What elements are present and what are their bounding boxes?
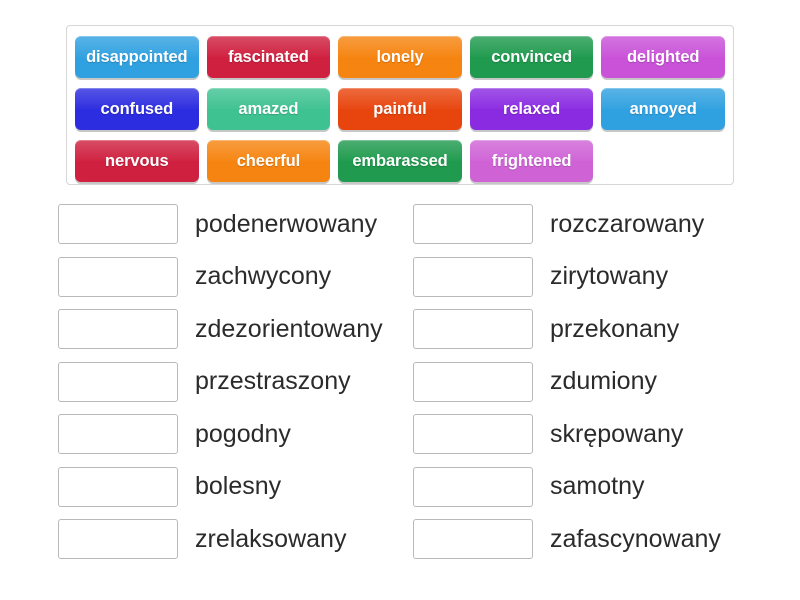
tile-row: disappointed fascinated lonely convinced… (71, 31, 729, 83)
answer-word-label: samotny (550, 472, 645, 500)
answer-pair: bolesny (58, 466, 413, 507)
answer-drop-box[interactable] (413, 361, 533, 402)
word-tile-label: nervous (105, 151, 169, 170)
word-tile-label: cheerful (236, 151, 301, 170)
word-tile-label: frightened (491, 151, 572, 170)
answer-word-label: skrępowany (550, 419, 684, 448)
word-tile[interactable]: confused (75, 88, 199, 130)
word-tile-label: annoyed (629, 99, 697, 118)
answer-row: przestraszony zdumiony (0, 356, 800, 409)
word-tile-label: confused (100, 99, 174, 118)
empty-tile-slot (601, 140, 725, 182)
answer-row: zachwycony zirytowany (0, 251, 800, 304)
answer-word-label: zdezorientowany (195, 314, 383, 343)
word-tile-label: convinced (491, 47, 572, 66)
word-tile[interactable]: embarassed (338, 140, 462, 182)
answer-row: bolesny samotny (0, 461, 800, 514)
answer-drop-box[interactable] (413, 204, 533, 245)
answer-pair: zafascynowany (413, 519, 768, 560)
answer-drop-box[interactable] (58, 361, 178, 402)
answer-word-label: zafascynowany (550, 524, 721, 553)
word-tile[interactable]: painful (338, 88, 462, 130)
answer-row: zrelaksowany zafascynowany (0, 513, 800, 566)
answer-row: zdezorientowany przekonany (0, 303, 800, 356)
word-tile[interactable]: convinced (469, 36, 594, 78)
word-tile-bank: disappointed fascinated lonely convinced… (66, 25, 734, 185)
word-tile[interactable]: delighted (601, 36, 725, 78)
answer-drop-box[interactable] (58, 204, 178, 245)
answer-pair: zirytowany (413, 256, 768, 297)
answer-word-label: bolesny (195, 472, 282, 500)
answer-pair: pogodny (58, 414, 413, 455)
answer-pair: przekonany (413, 309, 768, 350)
word-tile[interactable]: cheerful (206, 140, 331, 182)
word-tile-label: amazed (238, 99, 299, 118)
word-tile[interactable]: fascinated (206, 36, 331, 78)
word-tile[interactable]: disappointed (75, 36, 199, 78)
answer-drop-box[interactable] (58, 519, 178, 560)
word-tile-label: painful (373, 99, 427, 118)
word-tile[interactable]: lonely (338, 36, 462, 78)
answer-pair: zachwycony (58, 256, 413, 297)
answer-pair: skrępowany (413, 414, 768, 455)
answer-word-label: przekonany (550, 314, 680, 343)
answer-word-label: zirytowany (550, 262, 669, 290)
answer-pair: zrelaksowany (58, 519, 413, 560)
answer-row: pogodny skrępowany (0, 408, 800, 461)
answer-word-label: podenerwowany (195, 209, 378, 238)
answer-drop-box[interactable] (413, 309, 533, 350)
answer-pair: przestraszony (58, 361, 413, 402)
word-tile-label: lonely (376, 47, 424, 66)
word-tile[interactable]: frightened (469, 140, 594, 182)
answer-pair: rozczarowany (413, 204, 768, 245)
answer-word-label: przestraszony (195, 367, 351, 395)
answer-drop-box[interactable] (58, 256, 178, 297)
word-tile-label: delighted (626, 47, 700, 66)
answer-pair: zdezorientowany (58, 309, 413, 350)
answer-area: podenerwowany rozczarowany zachwycony zi… (0, 198, 800, 566)
answer-drop-box[interactable] (58, 414, 178, 455)
answer-drop-box[interactable] (413, 256, 533, 297)
word-tile-label: fascinated (228, 47, 309, 66)
tile-row: nervous cheerful embarassed frightened (71, 135, 729, 187)
word-tile[interactable]: annoyed (601, 88, 725, 130)
answer-drop-box[interactable] (413, 519, 533, 560)
answer-word-label: zachwycony (195, 262, 332, 290)
tile-row: confused amazed painful relaxed annoyed (71, 83, 729, 135)
word-tile-label: disappointed (86, 47, 188, 66)
word-tile[interactable]: relaxed (469, 88, 594, 130)
answer-word-label: pogodny (195, 419, 291, 448)
answer-drop-box[interactable] (413, 414, 533, 455)
word-tile[interactable]: nervous (75, 140, 199, 182)
answer-pair: zdumiony (413, 361, 768, 402)
word-tile-label: embarassed (352, 151, 448, 170)
answer-row: podenerwowany rozczarowany (0, 198, 800, 251)
answer-word-label: zrelaksowany (195, 524, 347, 553)
answer-drop-box[interactable] (58, 309, 178, 350)
answer-drop-box[interactable] (413, 466, 533, 507)
answer-pair: samotny (413, 466, 768, 507)
answer-drop-box[interactable] (58, 466, 178, 507)
word-tile-label: relaxed (503, 99, 561, 118)
answer-word-label: rozczarowany (550, 209, 705, 238)
word-tile[interactable]: amazed (206, 88, 331, 130)
answer-word-label: zdumiony (550, 367, 657, 395)
answer-pair: podenerwowany (58, 204, 413, 245)
